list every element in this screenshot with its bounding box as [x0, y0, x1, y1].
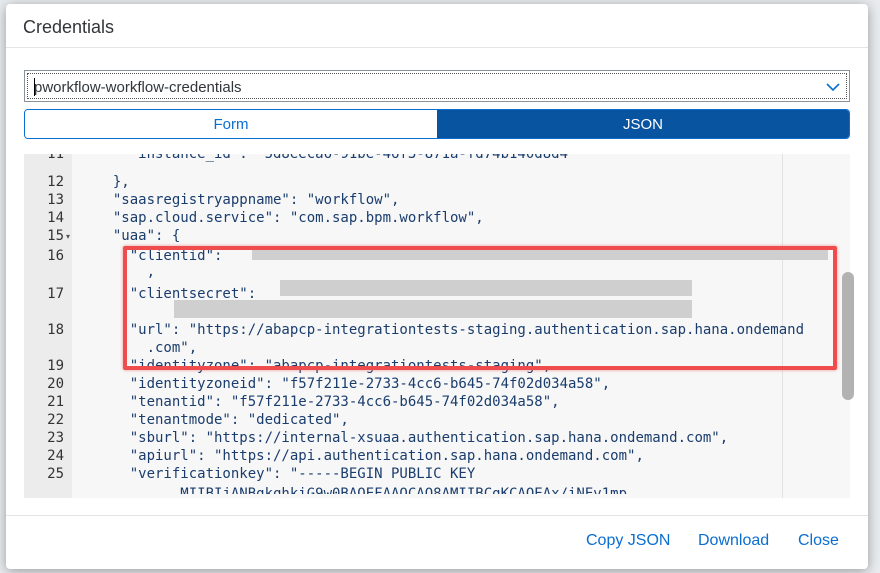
chevron-down-icon[interactable]	[825, 80, 841, 94]
code-line: "tenantmode": "dedicated",	[96, 412, 349, 428]
line-number: 19	[47, 358, 64, 374]
code-line: "tenantid": "f57f211e-2733-4cc6-b645-74f…	[96, 394, 560, 410]
code-line: },	[96, 174, 130, 190]
code-line: "apiurl": "https://api.authentication.sa…	[96, 448, 644, 464]
code-line: "identityzoneid": "f57f211e-2733-4cc6-b6…	[96, 376, 611, 392]
line-number: 12	[47, 174, 64, 190]
line-number: 11	[47, 154, 64, 162]
credentials-dialog: Credentials pworkflow-workflow-credentia…	[6, 4, 868, 569]
line-number: 18	[47, 322, 64, 338]
editor-scrollbar-thumb[interactable]	[842, 272, 854, 400]
annotation-highlight-box	[123, 246, 837, 370]
dialog-footer: Copy JSON Download Close	[6, 515, 868, 569]
code-line: "uaa": {	[96, 228, 181, 244]
line-number: 25	[47, 466, 64, 482]
view-toggle: Form JSON	[24, 109, 850, 139]
line-number: 22	[47, 412, 64, 428]
line-number: 17	[47, 286, 64, 302]
instance-select[interactable]: pworkflow-workflow-credentials	[24, 70, 850, 102]
code-line: MIIBIjANBgkqhkiG9w0BAQEFAAOCAQ8AMIIBCgKC…	[96, 486, 628, 498]
line-number: 20	[47, 376, 64, 392]
close-button[interactable]: Close	[798, 532, 839, 550]
copy-json-button[interactable]: Copy JSON	[586, 532, 670, 550]
instance-select-value: pworkflow-workflow-credentials	[34, 79, 242, 96]
code-line: "sburl": "https://internal-xsuaa.authent…	[96, 430, 729, 446]
line-number: 14	[47, 210, 64, 226]
line-number: 16	[47, 248, 64, 264]
code-line: "instance_id": "5d8eeca6-91be-46f3-871a-…	[96, 154, 577, 162]
code-line: "sap.cloud.service": "com.sap.bpm.workfl…	[96, 210, 484, 226]
code-line: "saasregistryappname": "workflow",	[96, 192, 400, 208]
line-number: 24	[47, 448, 64, 464]
line-number: 23	[47, 430, 64, 446]
tab-json[interactable]: JSON	[437, 110, 849, 138]
download-button[interactable]: Download	[698, 532, 769, 550]
dialog-title: Credentials	[23, 17, 115, 37]
dialog-header: Credentials	[6, 4, 868, 48]
line-number: 21	[47, 394, 64, 410]
line-number: 13	[47, 192, 64, 208]
tab-form[interactable]: Form	[25, 110, 437, 138]
code-line: "verificationkey": "-----BEGIN PUBLIC KE…	[96, 466, 476, 482]
fold-caret-icon[interactable]: ▾	[66, 232, 70, 241]
line-number: 15	[47, 228, 64, 244]
